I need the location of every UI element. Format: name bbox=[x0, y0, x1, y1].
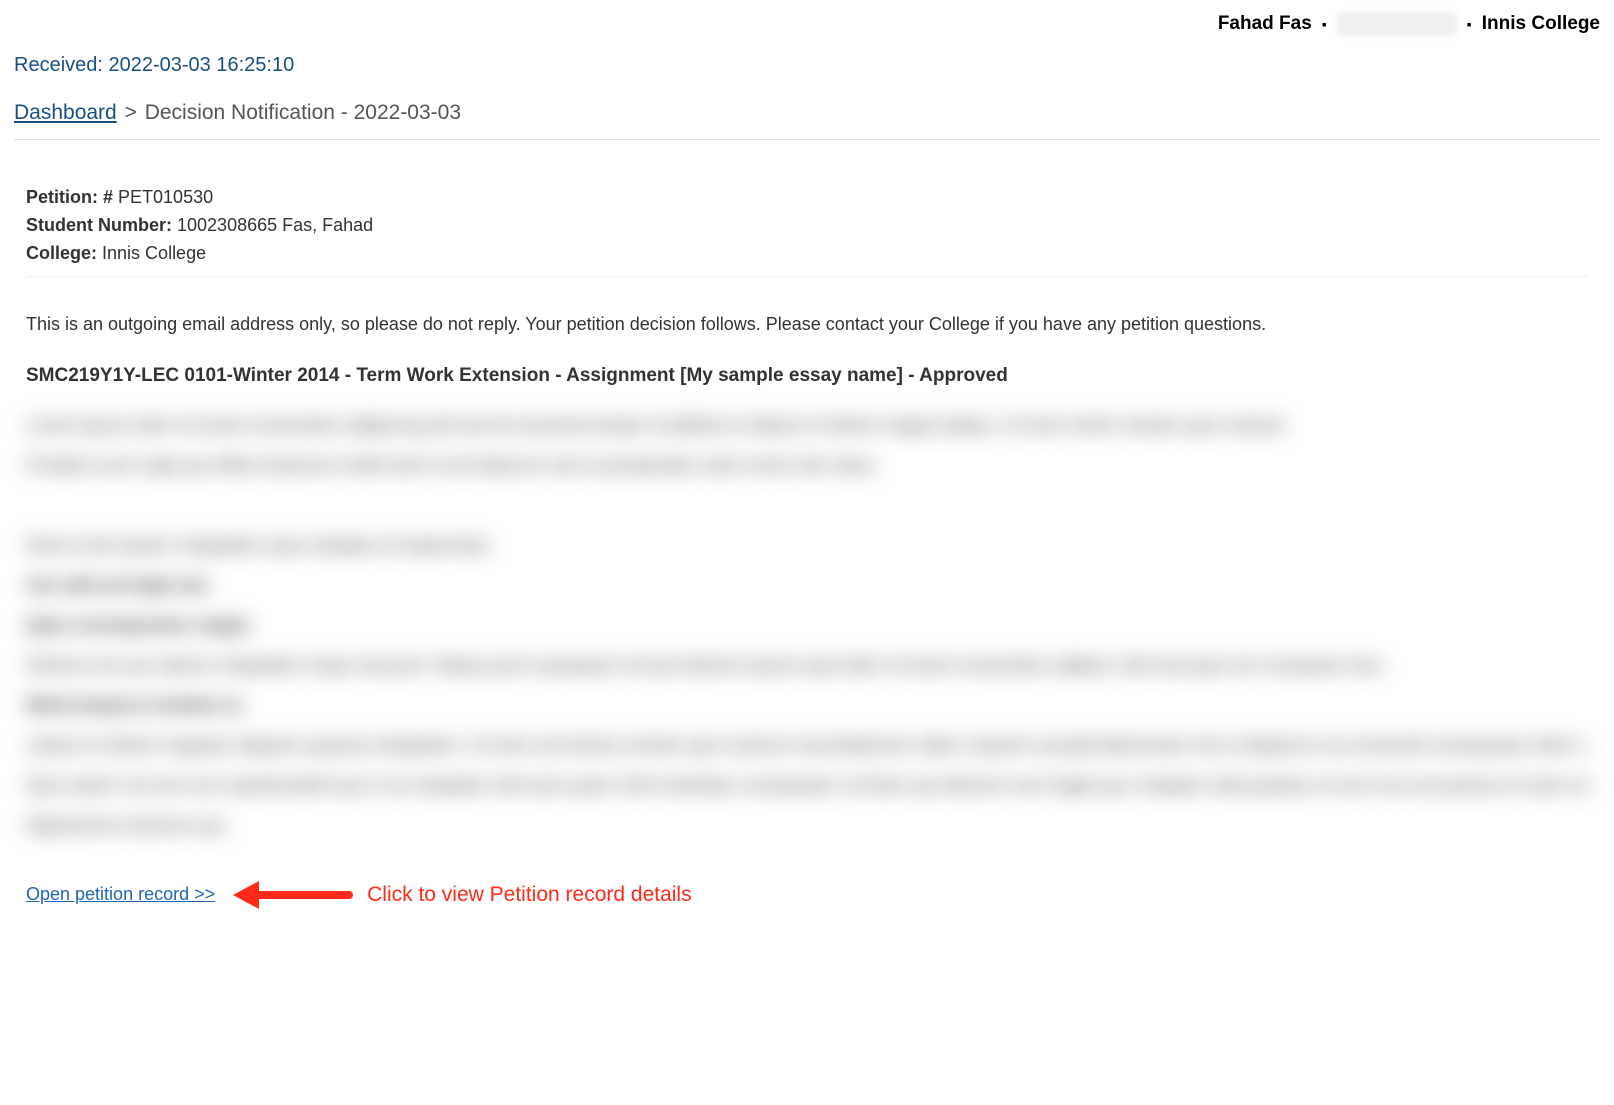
petition-number: PET010530 bbox=[118, 187, 213, 207]
user-header: Fahad Fas ▪ ▪ Innis College bbox=[14, 12, 1600, 36]
petition-info-block: Petition: # PET010530 Student Number: 10… bbox=[26, 184, 1588, 277]
decision-title: SMC219Y1Y-LEC 0101-Winter 2014 - Term Wo… bbox=[26, 365, 1588, 387]
user-name: Fahad Fas bbox=[1218, 13, 1312, 35]
breadcrumb-separator: > bbox=[125, 101, 137, 124]
student-number-label: Student Number: bbox=[26, 215, 172, 235]
separator-dot: ▪ bbox=[1467, 16, 1472, 32]
open-petition-link[interactable]: Open petition record >> bbox=[26, 884, 215, 905]
petition-label: Petition: # bbox=[26, 187, 113, 207]
divider bbox=[14, 139, 1600, 140]
student-number-value: 1002308665 Fas, Fahad bbox=[177, 215, 373, 235]
breadcrumb: Dashboard > Decision Notification - 2022… bbox=[14, 101, 1600, 125]
received-timestamp: Received: 2022-03-03 16:25:10 bbox=[14, 54, 1600, 77]
college-value: Innis College bbox=[102, 243, 206, 263]
footer-row: Open petition record >> Click to view Pe… bbox=[26, 883, 1588, 907]
separator-dot: ▪ bbox=[1322, 16, 1327, 32]
redacted-field bbox=[1337, 12, 1457, 36]
breadcrumb-current: Decision Notification - 2022-03-03 bbox=[145, 101, 461, 124]
redacted-body: Lorem ipsum dolor sit amet consectetur a… bbox=[26, 401, 1588, 857]
user-college: Innis College bbox=[1482, 13, 1600, 35]
dashboard-link[interactable]: Dashboard bbox=[14, 101, 117, 124]
college-label: College: bbox=[26, 243, 97, 263]
disclaimer-text: This is an outgoing email address only, … bbox=[26, 311, 1588, 337]
annotation-text: Click to view Petition record details bbox=[367, 883, 691, 907]
arrow-left-icon bbox=[233, 886, 353, 904]
